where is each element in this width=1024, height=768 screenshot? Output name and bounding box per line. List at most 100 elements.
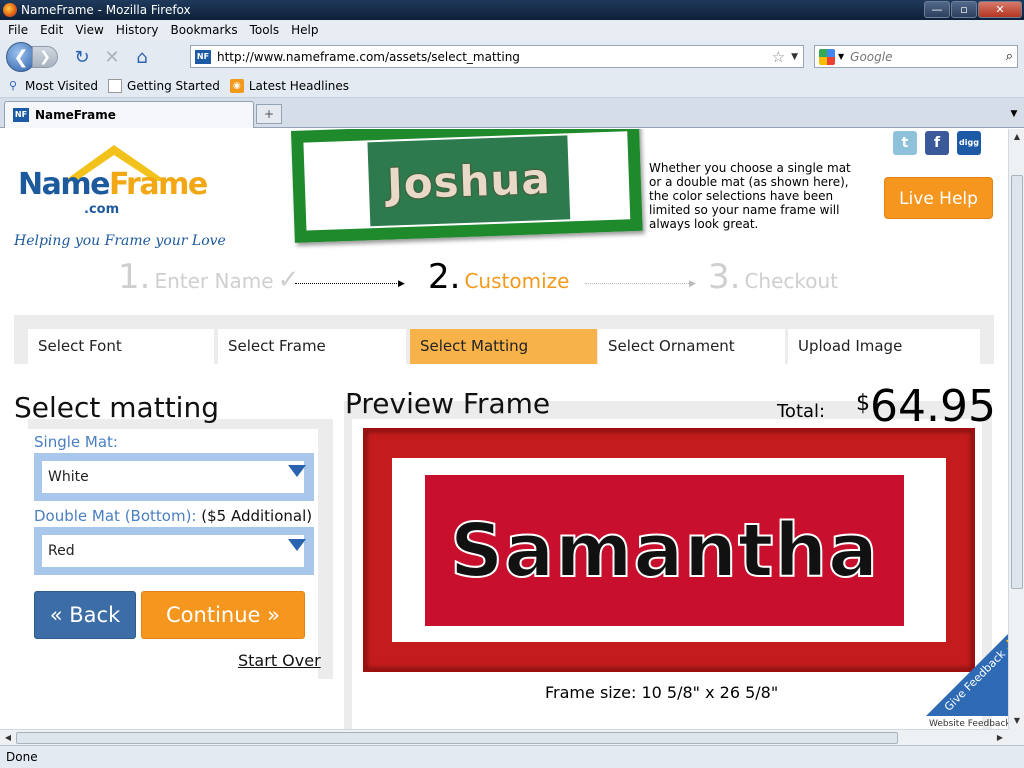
stop-icon: ✕ bbox=[104, 46, 120, 68]
url-text[interactable]: http://www.nameframe.com/assets/select_m… bbox=[217, 50, 772, 64]
scroll-left-icon[interactable]: ◀ bbox=[0, 730, 16, 746]
home-icon: ⌂ bbox=[136, 46, 148, 68]
step-connector bbox=[295, 283, 401, 284]
rss-icon: ◉ bbox=[229, 78, 244, 93]
green-frame-image: Joshua bbox=[291, 129, 643, 243]
start-over-link[interactable]: Start Over bbox=[238, 651, 321, 670]
dropdown-arrow-icon[interactable] bbox=[288, 539, 306, 551]
tab-label: NameFrame bbox=[35, 108, 116, 122]
social-links: t f digg bbox=[893, 131, 981, 155]
horizontal-scrollbar[interactable]: ◀ ▶ bbox=[0, 729, 1008, 745]
preview-red-mat: Samantha bbox=[425, 475, 904, 626]
single-mat-value[interactable]: White bbox=[42, 461, 304, 493]
reload-button[interactable]: ↻ bbox=[70, 45, 94, 69]
sample-name: Joshua bbox=[386, 153, 552, 209]
bookmark-most-visited[interactable]: ⚲ Most Visited bbox=[6, 79, 98, 93]
give-feedback-widget[interactable]: Give Feedback 👍 bbox=[926, 634, 1008, 716]
back-arrow-icon: ❮ bbox=[13, 46, 29, 68]
website-feedback-caption: Website Feedback bbox=[929, 719, 1008, 729]
tab-upload-image[interactable]: Upload Image bbox=[788, 329, 980, 364]
nameframe-logo[interactable]: NameFrame .com Helping you Frame your Lo… bbox=[14, 139, 226, 249]
tab-select-matting[interactable]: Select Matting bbox=[410, 329, 597, 364]
minimize-button[interactable]: — bbox=[924, 1, 950, 18]
bookmark-label: Getting Started bbox=[127, 78, 220, 93]
double-mat-value[interactable]: Red bbox=[42, 535, 304, 567]
tab-favicon: NF bbox=[13, 108, 29, 122]
back-step-button[interactable]: « Back bbox=[34, 591, 136, 639]
scroll-right-icon[interactable]: ▶ bbox=[992, 730, 1008, 746]
vertical-scroll-thumb[interactable] bbox=[1011, 175, 1023, 589]
page-content: NameFrame .com Helping you Frame your Lo… bbox=[0, 129, 1008, 729]
double-mat-label: Double Mat (Bottom): ($5 Additional) bbox=[34, 507, 313, 525]
bookmark-latest-headlines[interactable]: ◉ Latest Headlines bbox=[229, 78, 350, 93]
navigation-toolbar: ❮ ❯ ↻ ✕ ⌂ NF http://www.nameframe.com/as… bbox=[0, 40, 1024, 74]
url-dropdown-icon[interactable]: ▼ bbox=[791, 52, 798, 62]
step-enter-name[interactable]: 1. Enter Name ✓ bbox=[118, 257, 299, 297]
close-button[interactable]: ✕ bbox=[978, 1, 1022, 18]
step-label: Checkout bbox=[744, 269, 839, 293]
matting-intro-text: Whether you choose a single mat or a dou… bbox=[649, 161, 851, 231]
step-connector bbox=[585, 283, 691, 284]
engine-dropdown-icon[interactable]: ▼ bbox=[838, 52, 844, 61]
horizontal-scroll-thumb[interactable] bbox=[16, 732, 898, 744]
scroll-down-icon[interactable]: ▼ bbox=[1009, 713, 1024, 729]
step-label: Enter Name bbox=[154, 269, 274, 293]
twitter-icon[interactable]: t bbox=[893, 131, 917, 155]
live-help-button[interactable]: Live Help bbox=[884, 177, 993, 219]
tab-select-ornament[interactable]: Select Ornament bbox=[598, 329, 785, 364]
tab-list-button[interactable]: ▼ bbox=[1006, 104, 1022, 124]
bookmark-label: Latest Headlines bbox=[248, 78, 350, 93]
firefox-icon bbox=[3, 3, 17, 17]
single-mat-select[interactable]: White bbox=[34, 453, 314, 501]
address-bar[interactable]: NF http://www.nameframe.com/assets/selec… bbox=[190, 45, 804, 68]
arrow-right-icon: ▶ bbox=[398, 279, 405, 289]
menu-view[interactable]: View bbox=[69, 23, 109, 37]
matting-title: Select matting bbox=[14, 391, 219, 424]
price-amount: 64.95 bbox=[870, 381, 996, 432]
google-engine-icon[interactable] bbox=[819, 48, 835, 65]
tab-select-font[interactable]: Select Font bbox=[28, 329, 214, 364]
search-icon[interactable]: ⌕ bbox=[1006, 49, 1013, 64]
stop-button[interactable]: ✕ bbox=[100, 45, 124, 69]
chevron-down-icon: ▼ bbox=[1010, 109, 1018, 119]
scroll-up-icon[interactable]: ▲ bbox=[1009, 129, 1024, 145]
logo-tagline: Helping you Frame your Love bbox=[14, 233, 226, 249]
search-bar[interactable]: ▼ ⌕ bbox=[814, 45, 1018, 68]
most-visited-icon: ⚲ bbox=[8, 78, 18, 92]
tab-select-frame[interactable]: Select Frame bbox=[218, 329, 406, 364]
frame-size-text: Frame size: 10 5/8" x 26 5/8" bbox=[545, 683, 779, 702]
tab-nameframe[interactable]: NF NameFrame bbox=[4, 101, 254, 128]
preview-title: Preview Frame bbox=[345, 387, 551, 420]
window-title: NameFrame - Mozilla Firefox bbox=[21, 3, 191, 17]
menu-file[interactable]: File bbox=[2, 23, 34, 37]
currency-symbol: $ bbox=[856, 391, 870, 416]
logo-wordmark: NameFrame bbox=[18, 167, 208, 202]
maximize-button[interactable]: ▫ bbox=[951, 1, 977, 18]
status-bar: Done bbox=[0, 745, 1024, 768]
vertical-scrollbar[interactable]: ▲ ▼ bbox=[1008, 129, 1024, 729]
forward-button[interactable]: ❯ bbox=[32, 46, 58, 68]
menu-help[interactable]: Help bbox=[285, 23, 324, 37]
total-price: $64.95 bbox=[856, 381, 996, 432]
single-mat-label: Single Mat: bbox=[34, 433, 118, 451]
search-input[interactable] bbox=[850, 49, 1006, 64]
bookmark-star-icon[interactable]: ☆ bbox=[772, 48, 785, 66]
menu-tools[interactable]: Tools bbox=[244, 23, 286, 37]
dropdown-arrow-icon[interactable] bbox=[288, 465, 306, 477]
double-mat-select[interactable]: Red bbox=[34, 527, 314, 575]
bookmark-getting-started[interactable]: Getting Started bbox=[108, 78, 220, 93]
preview-name: Samantha bbox=[449, 507, 879, 595]
menu-bookmarks[interactable]: Bookmarks bbox=[165, 23, 244, 37]
digg-icon[interactable]: digg bbox=[957, 131, 981, 155]
facebook-icon[interactable]: f bbox=[925, 131, 949, 155]
continue-button[interactable]: Continue » bbox=[141, 591, 305, 639]
new-tab-button[interactable]: + bbox=[256, 104, 282, 124]
total-label: Total: bbox=[777, 401, 826, 422]
home-button[interactable]: ⌂ bbox=[130, 45, 154, 69]
tab-bar: NF NameFrame + ▼ bbox=[0, 98, 1024, 128]
menu-edit[interactable]: Edit bbox=[34, 23, 69, 37]
step-customize: 2. Customize bbox=[428, 257, 569, 297]
arrow-right-icon: ▶ bbox=[689, 279, 696, 289]
menu-history[interactable]: History bbox=[110, 23, 165, 37]
step-label: Customize bbox=[464, 269, 570, 293]
